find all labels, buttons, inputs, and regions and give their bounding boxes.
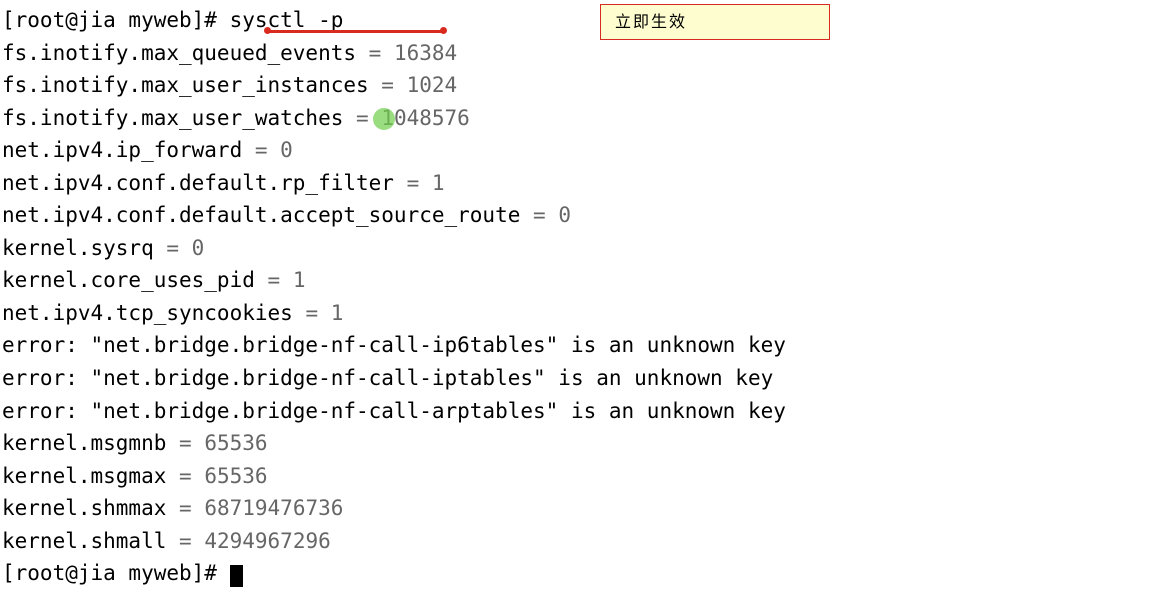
sysctl-key: net.ipv4.conf.default.rp_filter bbox=[2, 171, 394, 195]
terminal-line: fs.inotify.max_user_watches = 1048576 bbox=[2, 102, 1170, 135]
cursor-block-icon bbox=[230, 565, 243, 587]
terminal-line: kernel.shmmax = 68719476736 bbox=[2, 492, 1170, 525]
sysctl-value: 0 bbox=[280, 138, 293, 162]
terminal-line: net.ipv4.ip_forward = 0 bbox=[2, 134, 1170, 167]
sysctl-key: kernel.core_uses_pid bbox=[2, 268, 255, 292]
terminal-line: kernel.msgmnb = 65536 bbox=[2, 427, 1170, 460]
highlight-circle-icon bbox=[373, 108, 395, 130]
prompt-text: [root@jia myweb]# bbox=[2, 8, 230, 32]
equals-sign: = bbox=[166, 496, 204, 520]
terminal-line: [root@jia myweb]# bbox=[2, 557, 1170, 590]
output-text: error: "net.bridge.bridge-nf-call-ip6tab… bbox=[2, 333, 786, 357]
sysctl-key: fs.inotify.max_user_watches bbox=[2, 106, 343, 130]
terminal-line: kernel.msgmax = 65536 bbox=[2, 460, 1170, 493]
sysctl-value: 16384 bbox=[394, 41, 457, 65]
sysctl-value: 0 bbox=[192, 236, 205, 260]
terminal-line: net.ipv4.conf.default.accept_source_rout… bbox=[2, 199, 1170, 232]
sysctl-key: net.ipv4.ip_forward bbox=[2, 138, 242, 162]
sysctl-key: fs.inotify.max_queued_events bbox=[2, 41, 356, 65]
terminal-line: error: "net.bridge.bridge-nf-call-arptab… bbox=[2, 395, 1170, 428]
terminal-line: kernel.sysrq = 0 bbox=[2, 232, 1170, 265]
underline-dot-icon bbox=[440, 27, 447, 34]
sysctl-key: kernel.sysrq bbox=[2, 236, 154, 260]
equals-sign: = bbox=[166, 464, 204, 488]
terminal-line: error: "net.bridge.bridge-nf-call-ip6tab… bbox=[2, 329, 1170, 362]
equals-sign: = bbox=[520, 203, 558, 227]
equals-sign: = bbox=[166, 431, 204, 455]
sysctl-value: 65536 bbox=[204, 464, 267, 488]
sysctl-key: kernel.msgmax bbox=[2, 464, 166, 488]
output-text: error: "net.bridge.bridge-nf-call-iptabl… bbox=[2, 366, 773, 390]
sysctl-value: 1 bbox=[331, 301, 344, 325]
underline-annotation bbox=[268, 30, 443, 33]
equals-sign: = bbox=[293, 301, 331, 325]
equals-sign: = bbox=[356, 41, 394, 65]
sysctl-value: 4294967296 bbox=[204, 529, 330, 553]
terminal-output: [root@jia myweb]# sysctl -pfs.inotify.ma… bbox=[2, 4, 1170, 590]
sysctl-key: net.ipv4.tcp_syncookies bbox=[2, 301, 293, 325]
underline-dot-icon bbox=[264, 27, 271, 34]
sysctl-value: 0 bbox=[558, 203, 571, 227]
output-text: error: "net.bridge.bridge-nf-call-arptab… bbox=[2, 399, 786, 423]
terminal-line: kernel.core_uses_pid = 1 bbox=[2, 264, 1170, 297]
command-text: sysctl -p bbox=[230, 8, 344, 32]
equals-sign: = bbox=[166, 529, 204, 553]
terminal-line: kernel.shmall = 4294967296 bbox=[2, 525, 1170, 558]
equals-sign: = bbox=[242, 138, 280, 162]
sysctl-value: 68719476736 bbox=[204, 496, 343, 520]
sysctl-key: fs.inotify.max_user_instances bbox=[2, 73, 369, 97]
equals-sign: = bbox=[394, 171, 432, 195]
equals-sign: = bbox=[154, 236, 192, 260]
sysctl-value: 65536 bbox=[204, 431, 267, 455]
terminal-line: fs.inotify.max_queued_events = 16384 bbox=[2, 37, 1170, 70]
sysctl-key: kernel.shmall bbox=[2, 529, 166, 553]
equals-sign: = bbox=[369, 73, 407, 97]
terminal-line: error: "net.bridge.bridge-nf-call-iptabl… bbox=[2, 362, 1170, 395]
sysctl-key: net.ipv4.conf.default.accept_source_rout… bbox=[2, 203, 520, 227]
sysctl-value: 1 bbox=[293, 268, 306, 292]
terminal-line: fs.inotify.max_user_instances = 1024 bbox=[2, 69, 1170, 102]
sysctl-key: kernel.shmmax bbox=[2, 496, 166, 520]
equals-sign: = bbox=[255, 268, 293, 292]
sysctl-value: 1024 bbox=[407, 73, 458, 97]
terminal-line: net.ipv4.tcp_syncookies = 1 bbox=[2, 297, 1170, 330]
terminal-line: net.ipv4.conf.default.rp_filter = 1 bbox=[2, 167, 1170, 200]
sysctl-value: 1 bbox=[432, 171, 445, 195]
prompt-text: [root@jia myweb]# bbox=[2, 561, 230, 585]
sysctl-key: kernel.msgmnb bbox=[2, 431, 166, 455]
terminal-line: [root@jia myweb]# sysctl -p bbox=[2, 4, 1170, 37]
